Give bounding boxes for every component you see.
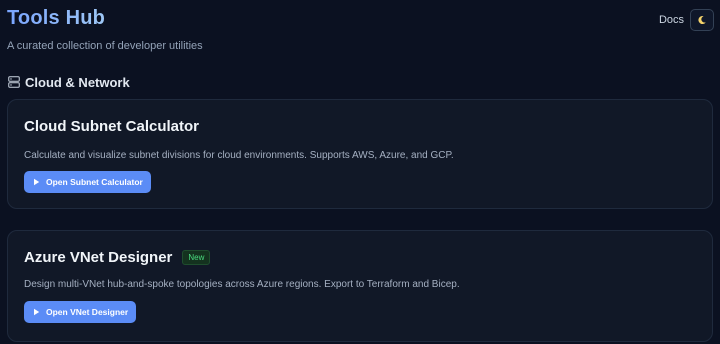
new-badge: New [182, 250, 211, 265]
moon-icon [698, 16, 706, 25]
tool-card-vnet-designer: Azure VNet Designer New Design multi-VNe… [7, 230, 713, 342]
play-icon [34, 308, 40, 316]
play-icon [34, 178, 40, 186]
open-vnet-designer-button[interactable]: Open VNet Designer [24, 301, 137, 323]
tools-hub-page: Tools Hub A curated collection of develo… [0, 0, 720, 344]
open-subnet-calculator-button[interactable]: Open Subnet Calculator [24, 171, 151, 193]
server-icon [8, 76, 20, 88]
tool-card-subnet-calculator: Cloud Subnet Calculator Calculate and vi… [7, 99, 713, 209]
section-heading: Cloud & Network [8, 73, 130, 91]
site-subtitle: A curated collection of developer utilit… [7, 40, 203, 52]
card-title-row: Cloud Subnet Calculator [24, 118, 199, 135]
card-description: Calculate and visualize subnet divisions… [24, 150, 454, 161]
button-label: Open VNet Designer [46, 307, 129, 317]
card-title-row: Azure VNet Designer New [24, 249, 211, 266]
card-title: Cloud Subnet Calculator [24, 118, 200, 135]
site-header: Tools Hub A curated collection of develo… [7, 6, 714, 56]
theme-toggle-button[interactable] [690, 9, 714, 31]
site-title: Tools Hub [7, 7, 106, 29]
card-title: Azure VNet Designer [24, 249, 173, 266]
docs-link[interactable]: Docs [659, 14, 684, 26]
card-description: Design multi-VNet hub-and-spoke topologi… [24, 279, 460, 290]
button-label: Open Subnet Calculator [46, 177, 143, 187]
section-title: Cloud & Network [25, 74, 130, 90]
